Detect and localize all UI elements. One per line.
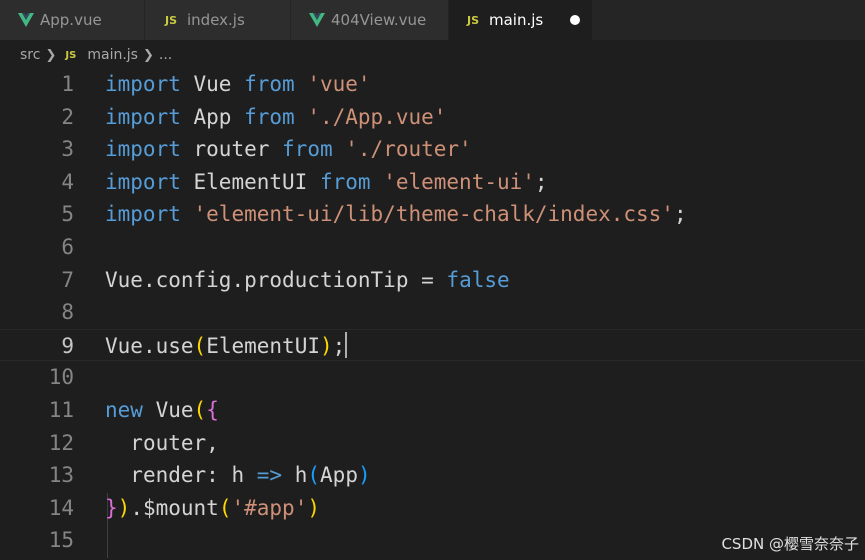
breadcrumb-folder[interactable]: src — [20, 47, 40, 63]
line-number: 1 — [61, 72, 74, 96]
line-number: 4 — [61, 169, 74, 194]
code-text[interactable]: import router from './router' — [105, 133, 472, 165]
code-line[interactable]: 14 }).$mount('#app') — [0, 492, 865, 525]
text-cursor — [345, 331, 348, 358]
line-number: 2 — [61, 104, 74, 129]
breadcrumb-symbols[interactable]: ... — [159, 47, 172, 63]
code-text[interactable]: import App from './App.vue' — [105, 101, 446, 133]
js-file-icon: JS — [165, 13, 178, 27]
code-line[interactable]: 5 import 'element-ui/lib/theme-chalk/inde… — [0, 198, 865, 231]
chevron-right-icon: ❯ — [45, 47, 57, 63]
vue-file-icon — [309, 13, 325, 27]
js-file-icon: JS — [467, 13, 480, 27]
line-number: 10 — [48, 365, 74, 390]
vue-file-icon — [18, 13, 34, 27]
code-line[interactable]: 13 render: h => h(App) — [0, 459, 865, 492]
line-number: 8 — [61, 300, 74, 325]
code-line[interactable]: 2 import App from './App.vue' — [0, 101, 865, 134]
code-line[interactable]: 10 — [0, 361, 865, 394]
code-line[interactable]: 4 import ElementUI from 'element-ui'; — [0, 166, 865, 199]
code-text[interactable]: Vue.config.productionTip = false — [105, 264, 510, 296]
unsaved-dot-icon[interactable] — [570, 15, 580, 25]
tab-bar-empty-space — [593, 0, 865, 40]
breadcrumb: src ❯ JS main.js ❯ ... — [20, 42, 172, 68]
line-number: 9 — [61, 333, 74, 358]
code-line[interactable]: 7 Vue.config.productionTip = false — [0, 264, 865, 297]
js-file-icon: JS — [65, 49, 77, 61]
line-number: 6 — [61, 235, 74, 259]
code-line[interactable]: 8 — [0, 296, 865, 329]
chevron-right-icon: ❯ — [142, 47, 154, 63]
code-text[interactable]: new Vue({ — [105, 394, 219, 426]
tab-app-vue[interactable]: App.vue — [0, 0, 145, 40]
code-line[interactable]: 6 — [0, 231, 865, 264]
tab-label: main.js — [489, 11, 544, 29]
code-line[interactable]: 3 import router from './router' — [0, 133, 865, 166]
code-line[interactable]: 11 new Vue({ — [0, 394, 865, 427]
watermark: CSDN @樱雪奈奈子 — [721, 535, 859, 553]
tab-label: App.vue — [40, 11, 102, 29]
tab-index-js[interactable]: JS index.js — [145, 0, 291, 40]
line-number: 7 — [61, 267, 74, 292]
code-text[interactable]: import Vue from 'vue' — [105, 68, 371, 100]
tab-main-js[interactable]: JS main.js — [449, 0, 593, 40]
tab-404view-vue[interactable]: 404View.vue — [291, 0, 449, 40]
code-editor[interactable]: 1 import Vue from 'vue' 2 import App from '… — [0, 68, 865, 560]
code-text[interactable]: }).$mount('#app') — [105, 492, 320, 524]
line-number: 14 — [48, 495, 74, 520]
code-text[interactable]: router, — [105, 427, 219, 459]
code-text[interactable]: render: h => h(App) — [105, 459, 370, 491]
code-line[interactable]: 1 import Vue from 'vue' — [0, 68, 865, 101]
tab-label: index.js — [187, 11, 245, 29]
line-number: 13 — [48, 463, 74, 488]
line-number: 12 — [48, 430, 74, 455]
code-line[interactable]: 12 router, — [0, 427, 865, 460]
code-text[interactable]: import 'element-ui/lib/theme-chalk/index… — [105, 198, 687, 230]
line-number: 3 — [61, 137, 74, 162]
code-text[interactable]: Vue.use(ElementUI); — [105, 330, 348, 362]
line-number: 15 — [48, 528, 74, 553]
line-number: 5 — [61, 202, 74, 227]
code-line[interactable]: 9 Vue.use(ElementUI); — [0, 328, 865, 362]
breadcrumb-file[interactable]: main.js — [87, 47, 138, 63]
line-number: 11 — [48, 398, 74, 422]
editor-tab-bar: App.vue JS index.js 404View.vue JS main.… — [0, 0, 865, 40]
code-text[interactable]: import ElementUI from 'element-ui'; — [105, 166, 548, 198]
tab-label: 404View.vue — [331, 11, 427, 29]
